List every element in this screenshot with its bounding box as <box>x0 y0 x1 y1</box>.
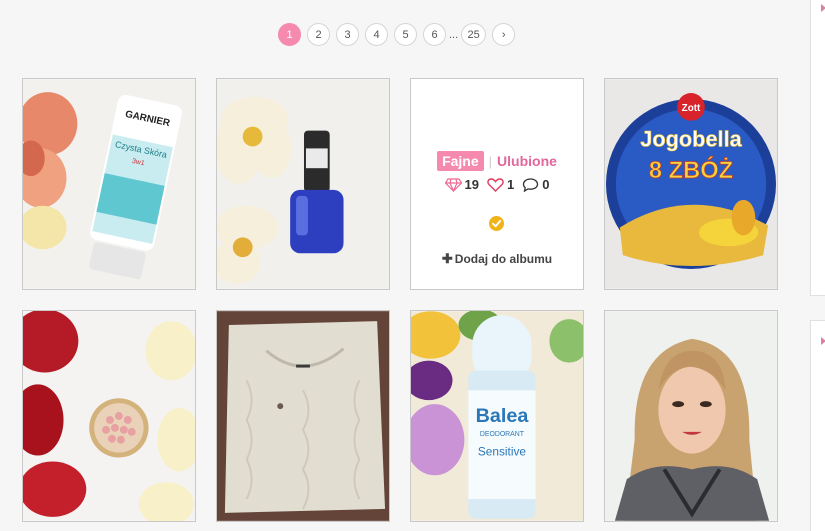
gems-count: 19 <box>464 177 479 192</box>
photo-nail-polish[interactable] <box>216 78 390 290</box>
yogurt-variant-text: 8 ZBÓŻ <box>649 156 733 184</box>
gems-stat[interactable]: 19 <box>444 177 479 192</box>
sidebar-arrow-icon[interactable] <box>821 4 825 12</box>
page-3-button[interactable]: 3 <box>336 23 359 46</box>
yogurt-photo-image: Zott Jogobella 8 ZBÓŻ <box>605 79 777 289</box>
badge-separator: | <box>488 154 493 169</box>
add-to-album-button[interactable]: ✚ Dodaj do albumu <box>411 251 583 267</box>
pagination: 1 2 3 4 5 6 ... 25 › <box>278 23 521 46</box>
next-page-button[interactable]: › <box>492 23 516 46</box>
photo-jogobella-yogurt[interactable]: Zott Jogobella 8 ZBÓŻ <box>604 78 778 290</box>
photo-balea-deodorant[interactable]: Balea DEODORANT Sensitive <box>410 310 584 522</box>
page-2-button[interactable]: 2 <box>307 23 330 46</box>
balea-brand-text: Balea <box>476 405 530 427</box>
sweater-photo-image <box>217 311 389 521</box>
add-to-album-label: Dodaj do albumu <box>454 252 553 266</box>
page-6-button[interactable]: 6 <box>423 23 446 46</box>
photo-garnier-cleanser[interactable]: GARNIER Czysta Skóra 3w1 <box>22 78 196 290</box>
heart-icon <box>487 177 504 192</box>
sidebar-widget-top <box>810 0 825 296</box>
powder-pearls-photo-image <box>23 311 195 521</box>
diamond-icon <box>444 177 462 192</box>
likes-count: 1 <box>507 177 515 192</box>
page-5-button[interactable]: 5 <box>394 23 417 46</box>
checkmark-icon <box>489 216 504 231</box>
comments-count: 0 <box>542 177 550 192</box>
zott-brand-text: Zott <box>682 103 701 114</box>
pagination-ellipsis: ... <box>449 28 459 41</box>
portrait-photo-image <box>605 311 777 521</box>
page-last-button[interactable]: 25 <box>461 23 487 46</box>
balea-type-text: DEODORANT <box>480 431 525 438</box>
page-4-button[interactable]: 4 <box>365 23 388 46</box>
photo-powder-pearls[interactable] <box>22 310 196 522</box>
fajne-badge[interactable]: Fajne <box>437 151 484 171</box>
sidebar-arrow-icon[interactable] <box>821 337 825 345</box>
sidebar-widget-bottom <box>810 320 825 531</box>
yogurt-name-text: Jogobella <box>640 126 742 151</box>
card-badges: Fajne | Ulubione <box>411 151 583 171</box>
plus-icon: ✚ <box>441 251 453 266</box>
page-1-button[interactable]: 1 <box>278 23 301 46</box>
photo-portrait[interactable] <box>604 310 778 522</box>
card-stats: 19 1 0 <box>411 177 583 192</box>
comment-icon <box>523 177 539 192</box>
ulubione-badge[interactable]: Ulubione <box>497 153 557 169</box>
photo-knit-sweater[interactable] <box>216 310 390 522</box>
comments-stat[interactable]: 0 <box>522 177 549 192</box>
balea-variant-text: Sensitive <box>478 445 527 459</box>
photo-hover-card[interactable]: Fajne | Ulubione 19 1 0 ✚ Dodaj do albumu <box>410 78 584 290</box>
likes-stat[interactable]: 1 <box>487 177 514 192</box>
garnier-photo-image: GARNIER Czysta Skóra 3w1 <box>23 79 195 289</box>
nail-polish-photo-image <box>217 79 389 289</box>
deodorant-photo-image: Balea DEODORANT Sensitive <box>411 311 583 521</box>
